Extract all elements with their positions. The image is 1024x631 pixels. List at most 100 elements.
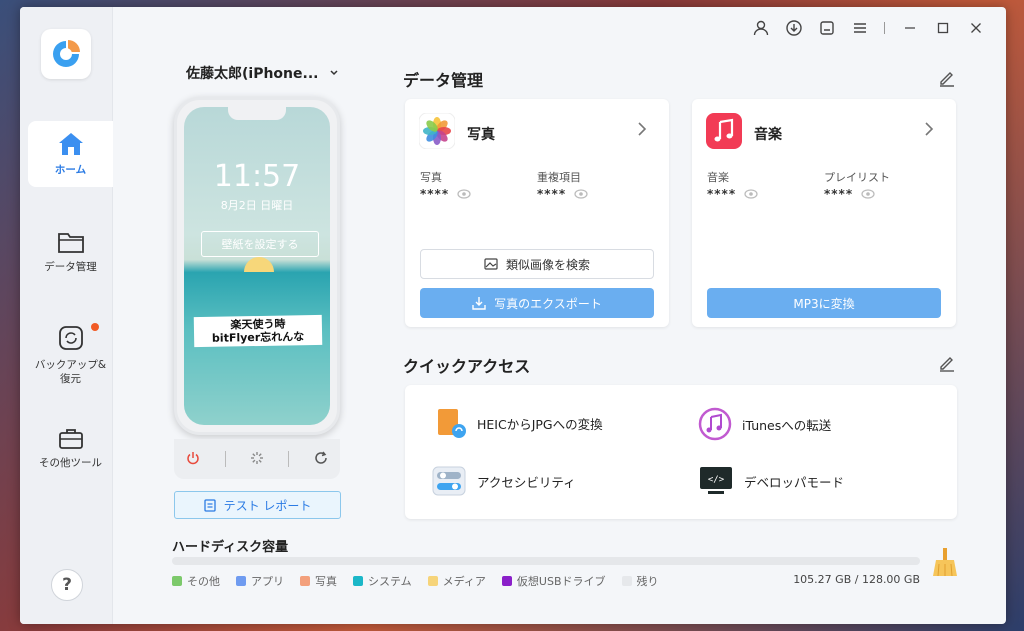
export-icon: [472, 297, 486, 310]
device-screen: 11:57 8月2日 日曜日 壁紙を設定する 楽天使う時 bitFlyer忘れん…: [184, 107, 330, 425]
maximize-icon: [937, 22, 948, 34]
legend-label: 写真: [315, 575, 337, 588]
home-icon: [58, 133, 83, 155]
image-search-icon: [484, 258, 498, 270]
menu-icon: [853, 23, 866, 33]
legend-swatch: [353, 576, 363, 586]
disk-usage-bar: [172, 557, 920, 565]
edit-quick-access-button[interactable]: [938, 354, 956, 376]
close-button[interactable]: [959, 17, 992, 39]
legend-swatch: [427, 576, 438, 586]
quick-access-accessibility[interactable]: アクセシビリティ: [431, 465, 576, 497]
sidebar-item-label: バックアップ& 復元: [34, 359, 107, 385]
toggle-icon: [432, 466, 466, 496]
sidebar-item-label: ホーム: [54, 164, 87, 176]
duplicates-text: ****: [537, 187, 567, 201]
find-similar-images-button[interactable]: 類似画像を検索: [420, 249, 654, 279]
device-selector[interactable]: 佐藤太郎(iPhone...: [186, 63, 338, 83]
export-photos-button[interactable]: 写真のエクスポート: [420, 288, 654, 318]
loading-button[interactable]: [250, 450, 264, 469]
disk-capacity-title: ハードディスク容量: [172, 540, 289, 555]
legend-photos: 写真: [300, 573, 337, 589]
photos-open-button[interactable]: [637, 121, 647, 140]
convert-mp3-button[interactable]: MP3に変換: [707, 288, 941, 318]
quick-access-developer-mode[interactable]: </> デベロッパモード: [698, 465, 844, 497]
eye-icon[interactable]: [457, 189, 471, 199]
legend-swatch: [300, 576, 310, 586]
eye-icon[interactable]: [744, 189, 758, 199]
controls-divider: [288, 451, 290, 467]
legend-label: システム: [368, 575, 412, 588]
photos-app-icon: [419, 113, 455, 149]
minimize-button[interactable]: [893, 17, 926, 39]
pencil-icon: [940, 357, 954, 372]
music-card-title: 音楽: [754, 127, 782, 143]
wallpaper-sun: [244, 257, 274, 272]
sidebar: ホーム データ管理 バックアップ& 復元 その他ツール ?: [20, 7, 113, 624]
itunes-icon: [698, 407, 732, 441]
test-report-label: テスト レポート: [223, 498, 312, 513]
sidebar-item-other-tools[interactable]: その他ツール: [28, 415, 113, 481]
quick-access-label: iTunesへの転送: [742, 417, 832, 433]
music-open-button[interactable]: [924, 121, 934, 140]
legend-label: その他: [187, 575, 220, 588]
sidebar-item-label: その他ツール: [39, 457, 102, 469]
account-button[interactable]: [744, 17, 777, 39]
duplicates-label: 重複項目: [537, 171, 581, 184]
sidebar-item-backup-restore[interactable]: バックアップ& 復元: [28, 315, 113, 395]
quick-access-label: アクセシビリティ: [477, 474, 576, 490]
pencil-icon: [940, 72, 954, 87]
edit-data-management-button[interactable]: [938, 69, 956, 91]
heic-convert-icon: [438, 409, 466, 438]
sidebar-item-data-management[interactable]: データ管理: [28, 219, 113, 285]
chevron-down-icon: [330, 70, 338, 76]
legend-system: システム: [353, 573, 412, 589]
cleanup-button[interactable]: [930, 546, 960, 582]
refresh-button[interactable]: [314, 450, 328, 469]
quick-access-label: デベロッパモード: [744, 474, 845, 490]
help-button[interactable]: ?: [51, 569, 83, 601]
music-card: 音楽 音楽 **** プレイリスト **** MP3に変換: [692, 99, 956, 327]
device-name: 佐藤太郎(iPhone...: [186, 66, 319, 82]
eye-icon[interactable]: [861, 189, 875, 199]
power-button[interactable]: [186, 450, 200, 469]
minimize-icon: [904, 27, 915, 29]
quick-access-heic-to-jpg[interactable]: HEICからJPGへの変換: [435, 407, 603, 439]
power-icon: [187, 451, 199, 464]
developer-terminal-icon: </>: [700, 467, 732, 494]
feedback-button[interactable]: [810, 17, 843, 39]
sidebar-item-label: データ管理: [44, 261, 97, 273]
set-wallpaper-button[interactable]: 壁紙を設定する: [201, 231, 319, 257]
eye-icon[interactable]: [574, 189, 588, 199]
playlist-value: ****: [824, 187, 875, 201]
titlebar-divider: [884, 22, 885, 34]
backup-icon: [58, 326, 83, 350]
legend-virtual-usb: 仮想USBドライブ: [501, 573, 606, 589]
quick-access-itunes-transfer[interactable]: iTunesへの転送: [698, 407, 831, 441]
lock-screen-date: 8月2日 日曜日: [220, 199, 294, 212]
clipboard-icon: [203, 499, 216, 512]
legend-swatch: [172, 576, 182, 586]
playlist-label: プレイリスト: [824, 171, 890, 184]
legend-swatch: [236, 576, 246, 586]
phone-notch: [228, 107, 286, 120]
svg-text:</>: </>: [708, 475, 725, 485]
photos-count-value: ****: [420, 187, 471, 201]
music-count-label: 音楽: [707, 171, 729, 184]
quick-access-label: HEICからJPGへの変換: [477, 416, 603, 432]
broom-icon: [933, 548, 957, 577]
test-report-button[interactable]: テスト レポート: [174, 491, 341, 519]
app-window: ホーム データ管理 バックアップ& 復元 その他ツール ? 佐藤太郎(iPhon…: [20, 7, 1006, 624]
download-button[interactable]: [777, 17, 810, 39]
download-icon: [785, 20, 802, 36]
legend-other: その他: [172, 573, 220, 589]
quick-access-card: HEICからJPGへの変換 iTunesへの転送 アクセシビリティ </> デベ…: [405, 385, 957, 519]
disk-legend: その他 アプリ 写真 システム メディア 仮想USBドライブ 残り: [172, 573, 659, 589]
photos-count-label: 写真: [420, 171, 442, 184]
maximize-button[interactable]: [926, 17, 959, 39]
photos-card-title: 写真: [467, 127, 495, 143]
menu-button[interactable]: [843, 17, 876, 39]
sidebar-item-home[interactable]: ホーム: [28, 121, 113, 187]
music-count-value: ****: [707, 187, 758, 201]
chevron-right-icon: [638, 122, 647, 136]
